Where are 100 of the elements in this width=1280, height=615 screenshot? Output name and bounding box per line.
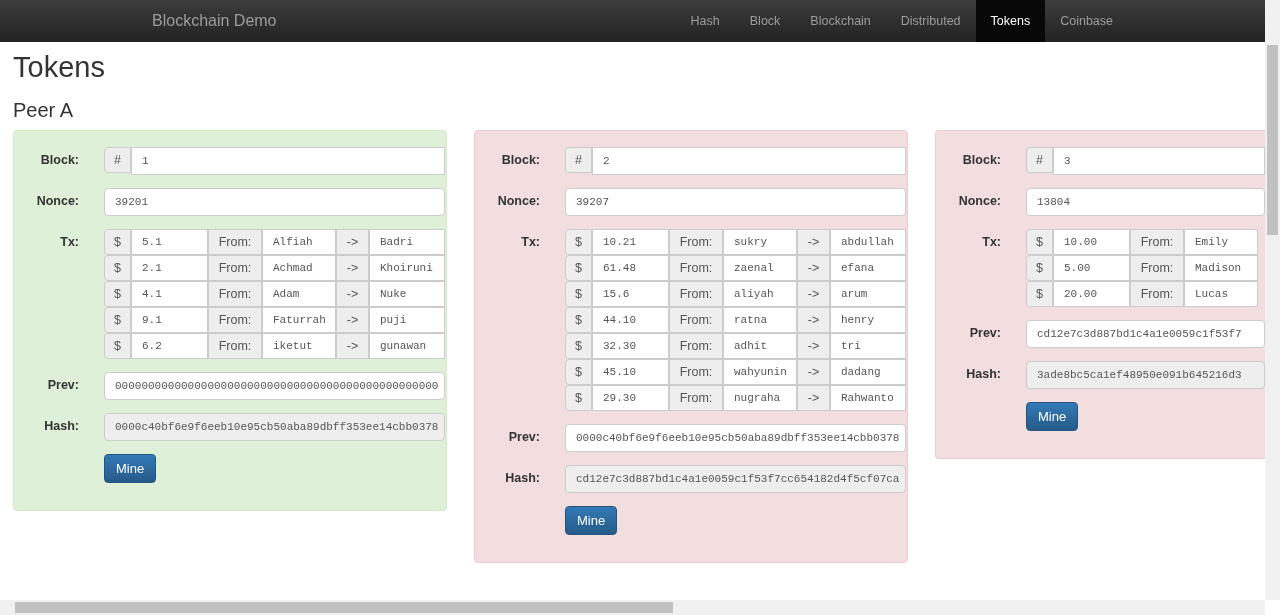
amount-field[interactable]: 45.10 <box>592 359 669 385</box>
block-number-field[interactable]: 3 <box>1053 147 1265 175</box>
recipient-field[interactable]: tri <box>830 333 906 359</box>
amount-field[interactable]: 29.30 <box>592 385 669 411</box>
prev-hash-field[interactable]: 0000000000000000000000000000000000000000000000000 <box>104 372 445 400</box>
from-addon: From: <box>1130 281 1184 307</box>
nav-item[interactable]: Blockchain <box>795 0 886 42</box>
sender-field[interactable]: Faturrah <box>262 307 336 333</box>
dollar-addon: $ <box>565 385 592 411</box>
arrow-addon: -> <box>336 255 369 281</box>
mine-button[interactable]: Mine <box>565 506 618 535</box>
field-label: Tx: <box>982 234 1001 251</box>
prev-hash-field[interactable]: cd12e7c3d887bd1c4a1e0059c1f53f7 <box>1026 320 1265 348</box>
amount-field[interactable]: 4.1 <box>131 281 208 307</box>
amount-field[interactable]: 5.00 <box>1053 255 1130 281</box>
dollar-addon: $ <box>565 255 592 281</box>
amount-field[interactable]: 61.48 <box>592 255 669 281</box>
nonce-field[interactable]: 39201 <box>104 188 445 216</box>
hash-field: 3ade8bc5ca1ef48950e091b645216d3 <box>1026 361 1265 389</box>
sender-field[interactable]: zaenal <box>723 255 797 281</box>
sender-field[interactable]: iketut <box>262 333 336 359</box>
recipient-field[interactable]: efana <box>830 255 906 281</box>
field-label: Hash: <box>966 366 1001 383</box>
nav-item[interactable]: Block <box>734 0 796 42</box>
from-addon: From: <box>669 307 723 333</box>
sender-field[interactable]: Lucas <box>1184 281 1258 307</box>
dollar-addon: $ <box>104 229 131 255</box>
amount-field[interactable]: 44.10 <box>592 307 669 333</box>
nav-item[interactable]: Tokens <box>975 0 1046 42</box>
from-addon: From: <box>208 281 262 307</box>
from-addon: From: <box>669 255 723 281</box>
field-label: Nonce: <box>958 193 1001 210</box>
arrow-addon: -> <box>336 281 369 307</box>
brand-link[interactable]: Blockchain Demo <box>137 12 292 30</box>
amount-field[interactable]: 10.00 <box>1053 229 1130 255</box>
arrow-addon: -> <box>797 281 830 307</box>
arrow-addon: -> <box>797 307 830 333</box>
mine-button[interactable]: Mine <box>1026 402 1079 431</box>
sender-field[interactable]: wahyunin <box>723 359 797 385</box>
amount-field[interactable]: 6.2 <box>131 333 208 359</box>
from-addon: From: <box>669 229 723 255</box>
from-addon: From: <box>208 333 262 359</box>
sender-field[interactable]: sukry <box>723 229 797 255</box>
arrow-addon: -> <box>797 359 830 385</box>
field-label: Block: <box>501 152 540 169</box>
sender-field[interactable]: aliyah <box>723 281 797 307</box>
horizontal-scrollbar[interactable] <box>0 600 1265 615</box>
recipient-field[interactable]: abdullah <box>830 229 906 255</box>
amount-field[interactable]: 5.1 <box>131 229 208 255</box>
recipient-field[interactable]: gunawan <box>369 333 445 359</box>
page-title: Tokens <box>13 50 106 84</box>
arrow-addon: -> <box>336 229 369 255</box>
recipient-field[interactable]: Badri <box>369 229 445 255</box>
nonce-field[interactable]: 13804 <box>1026 188 1265 216</box>
from-addon: From: <box>669 281 723 307</box>
amount-field[interactable]: 2.1 <box>131 255 208 281</box>
sender-field[interactable]: Adam <box>262 281 336 307</box>
amount-field[interactable]: 20.00 <box>1053 281 1130 307</box>
amount-field[interactable]: 15.6 <box>592 281 669 307</box>
sender-field[interactable]: Madison <box>1184 255 1258 281</box>
amount-field[interactable]: 10.21 <box>592 229 669 255</box>
dollar-addon: $ <box>565 281 592 307</box>
block-number-field[interactable]: 1 <box>131 147 445 175</box>
arrow-addon: -> <box>797 333 830 359</box>
mine-button[interactable]: Mine <box>104 454 157 483</box>
recipient-field[interactable]: puji <box>369 307 445 333</box>
recipient-field[interactable]: dadang <box>830 359 906 385</box>
arrow-addon: -> <box>797 229 830 255</box>
block-number-field[interactable]: 2 <box>592 147 906 175</box>
from-addon: From: <box>669 385 723 411</box>
nav-item[interactable]: Coinbase <box>1045 0 1128 42</box>
field-label: Block: <box>962 152 1001 169</box>
vertical-scrollbar[interactable] <box>1265 0 1280 600</box>
nav-item[interactable]: Hash <box>675 0 735 42</box>
sender-field[interactable]: ratna <box>723 307 797 333</box>
hash-sign-addon: # <box>104 147 131 173</box>
dollar-addon: $ <box>565 229 592 255</box>
dollar-addon: $ <box>104 255 131 281</box>
field-label: Prev: <box>47 377 79 394</box>
nonce-field[interactable]: 39207 <box>565 188 906 216</box>
amount-field[interactable]: 9.1 <box>131 307 208 333</box>
nav-item[interactable]: Distributed <box>885 0 976 42</box>
recipient-field[interactable]: henry <box>830 307 906 333</box>
recipient-field[interactable]: Khoiruni <box>369 255 445 281</box>
sender-field[interactable]: Achmad <box>262 255 336 281</box>
recipient-field[interactable]: arum <box>830 281 906 307</box>
sender-field[interactable]: nugraha <box>723 385 797 411</box>
arrow-addon: -> <box>797 385 830 411</box>
recipient-field[interactable]: Rahwanto <box>830 385 906 411</box>
from-addon: From: <box>669 333 723 359</box>
dollar-addon: $ <box>1026 229 1053 255</box>
prev-hash-field[interactable]: 0000c40bf6e9f6eeb10e95cb50aba89dbff353ee14cbb0378 <box>565 424 906 452</box>
sender-field[interactable]: Emily <box>1184 229 1258 255</box>
dollar-addon: $ <box>104 281 131 307</box>
sender-field[interactable]: adhit <box>723 333 797 359</box>
sender-field[interactable]: Alfiah <box>262 229 336 255</box>
dollar-addon: $ <box>565 307 592 333</box>
amount-field[interactable]: 32.30 <box>592 333 669 359</box>
field-label: Tx: <box>60 234 79 251</box>
recipient-field[interactable]: Nuke <box>369 281 445 307</box>
